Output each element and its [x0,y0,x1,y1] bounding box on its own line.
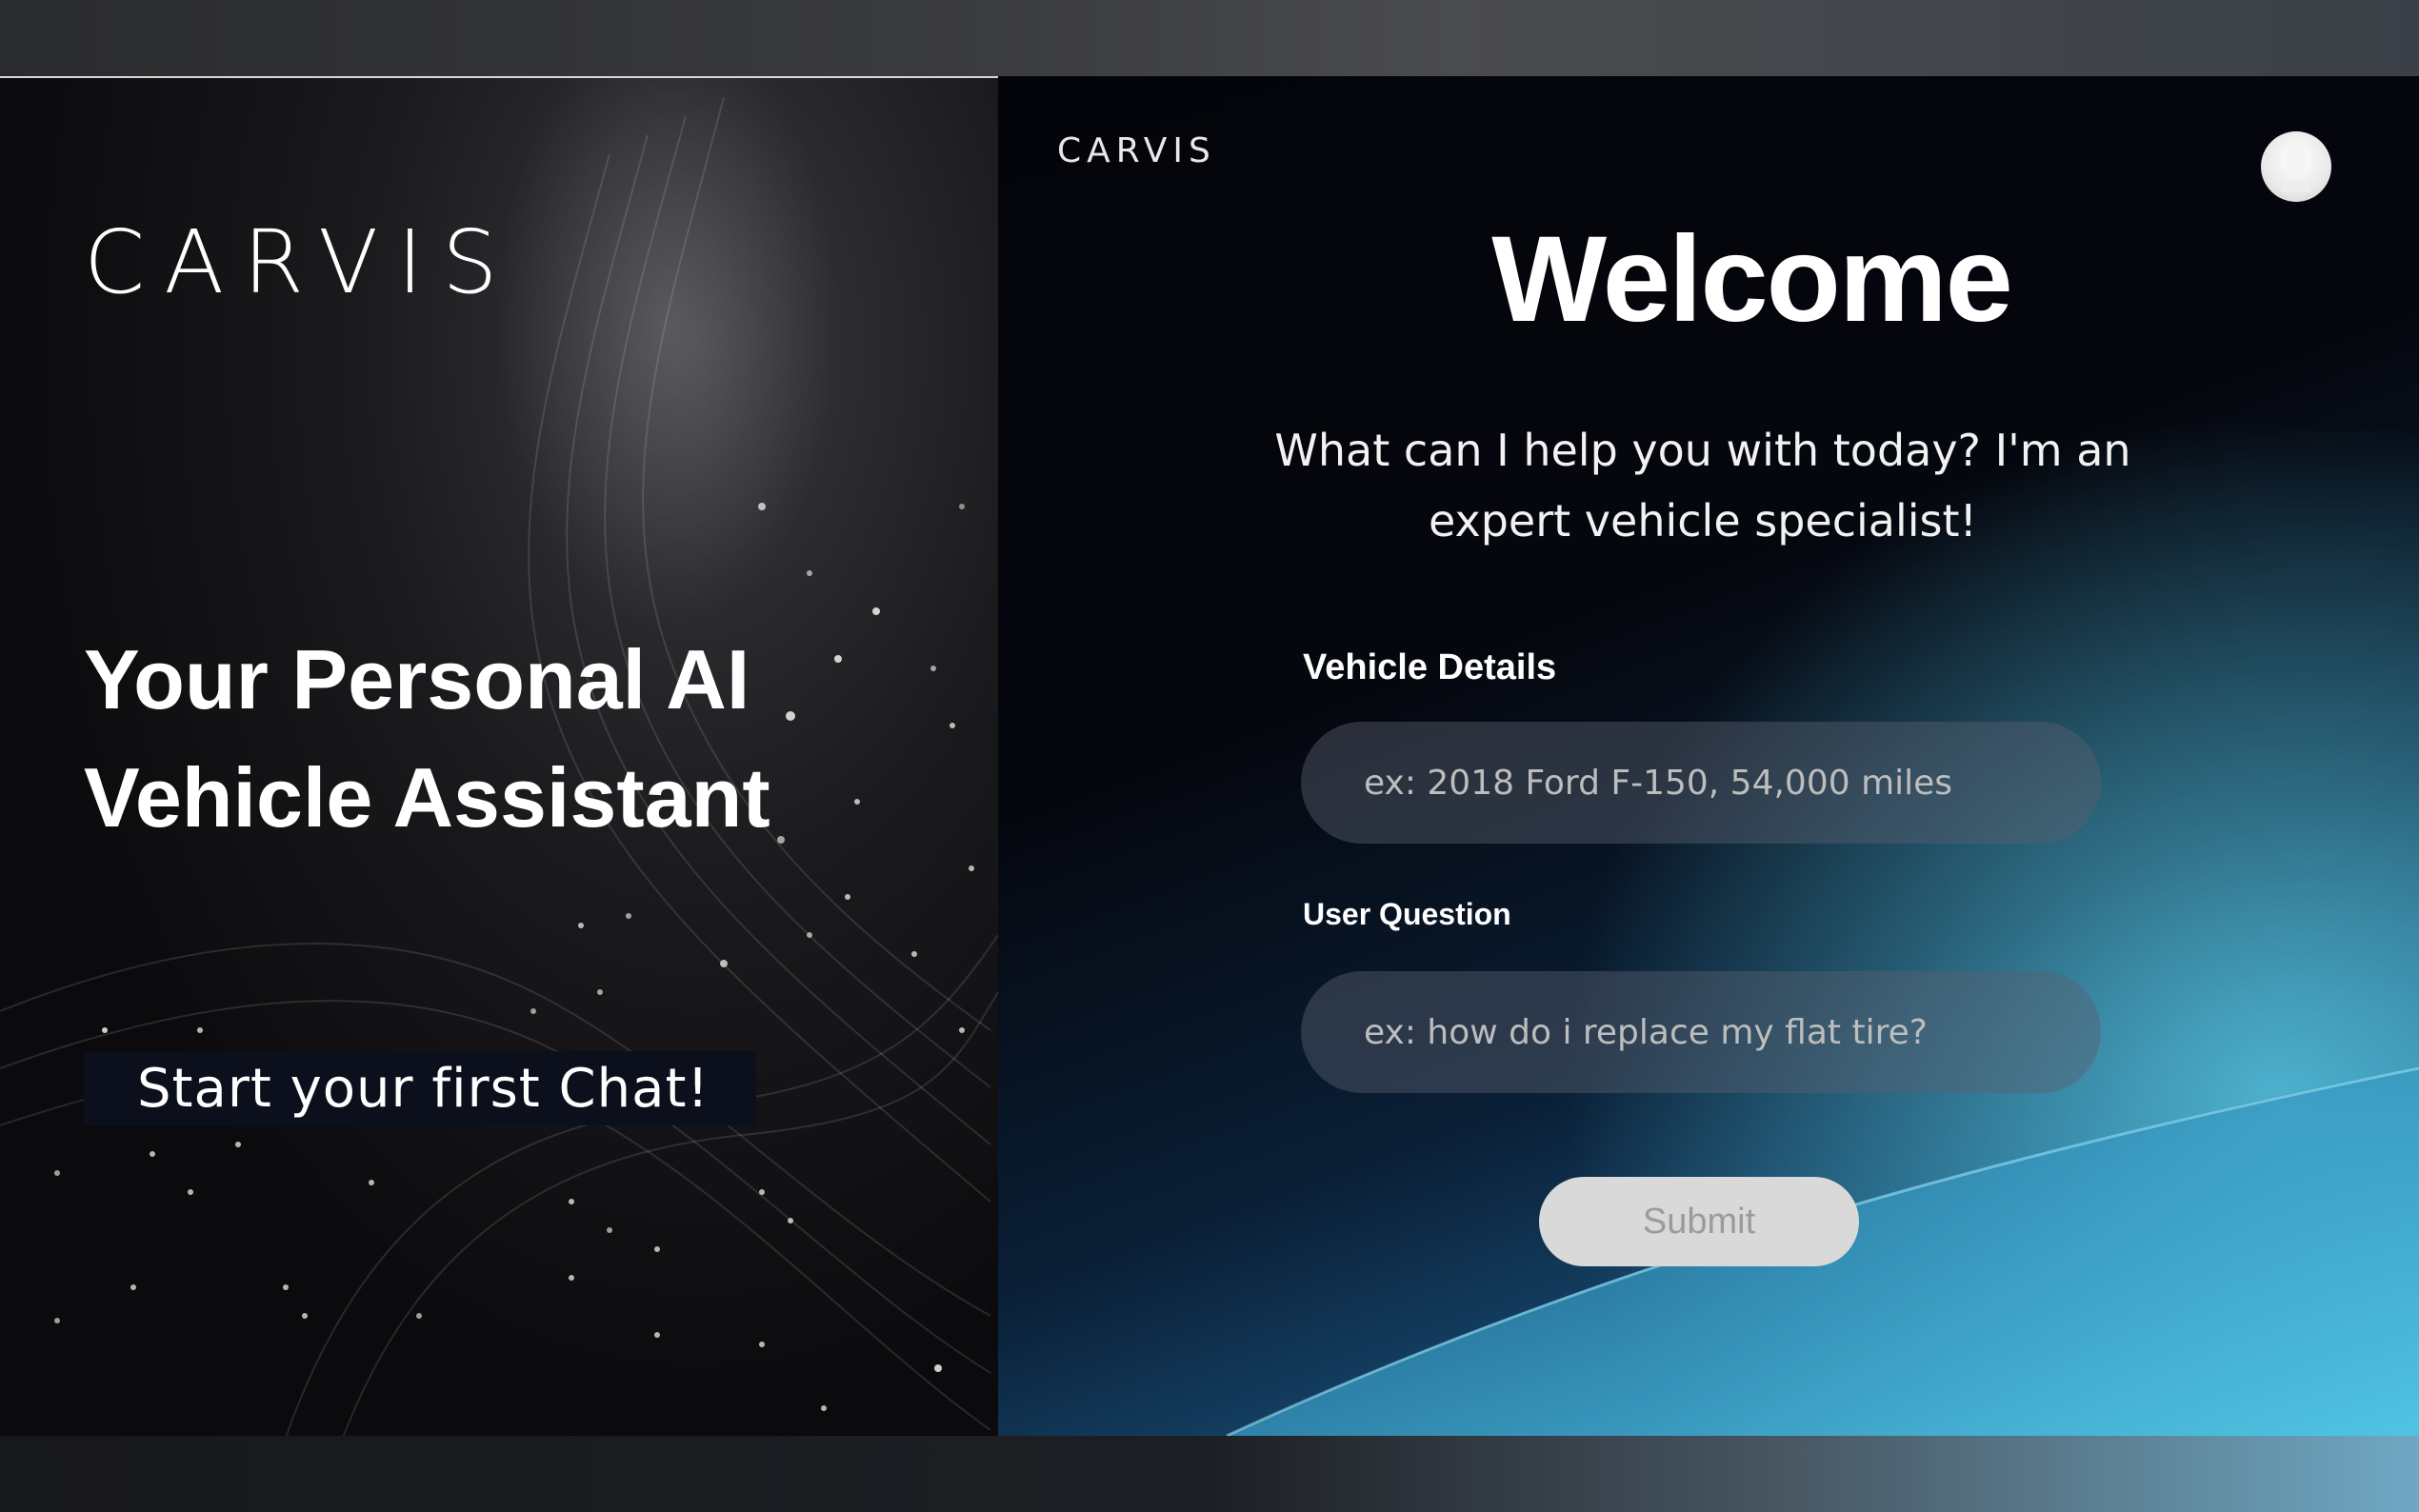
welcome-subtitle: What can I help you with today? I'm an e… [1274,425,2131,547]
avatar-silhouette-icon [2281,144,2311,192]
window-bottom-strip [0,1436,2419,1512]
hero-panel: CARVIS Your Personal AI Vehicle Assistan… [0,76,998,1436]
welcome-title: Welcome [1491,211,2013,348]
brand-logo: CARVIS [84,211,517,313]
start-chat-button[interactable]: Start your first Chat! [84,1051,756,1125]
window-top-strip [0,0,2419,76]
submit-button[interactable]: Submit [1539,1177,1859,1266]
vehicle-details-input[interactable] [1301,722,2101,844]
hero-headline: Your Personal AI Vehicle Assistant [84,632,770,845]
app-root: CARVIS Your Personal AI Vehicle Assistan… [0,76,2419,1436]
brand-logo-small: CARVIS [1057,131,1216,170]
chat-form-panel: CARVIS Welcome What can I help you with … [998,76,2419,1436]
user-question-label: User Question [1303,897,1511,931]
user-question-input[interactable] [1301,971,2101,1093]
vehicle-details-label: Vehicle Details [1303,647,1557,687]
user-avatar-icon[interactable] [2261,131,2331,202]
